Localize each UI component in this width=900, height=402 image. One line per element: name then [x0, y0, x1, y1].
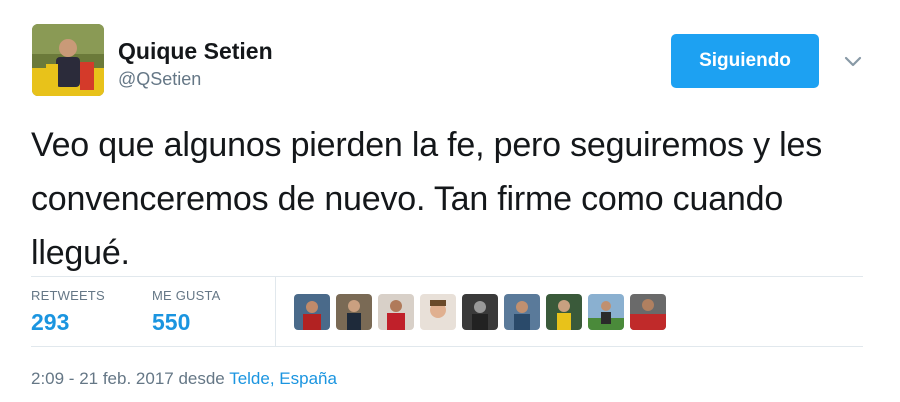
retweets-count: 293: [31, 309, 70, 335]
liker-avatar[interactable]: [462, 294, 498, 330]
liker-avatar[interactable]: [546, 294, 582, 330]
tweet-stats: RETWEETS 293 ME GUSTA 550: [31, 276, 863, 346]
chevron-down-icon[interactable]: [842, 50, 864, 72]
liker-avatar[interactable]: [630, 294, 666, 330]
retweets-label: RETWEETS: [31, 288, 105, 303]
liker-avatar[interactable]: [336, 294, 372, 330]
liker-avatar[interactable]: [294, 294, 330, 330]
stats-separator: [275, 276, 276, 346]
author-name[interactable]: Quique Setien: [118, 38, 273, 65]
liker-avatar[interactable]: [504, 294, 540, 330]
tweet-header: Quique Setien @QSetien Siguiendo: [32, 24, 872, 98]
following-button[interactable]: Siguiendo: [671, 34, 819, 88]
liker-avatar[interactable]: [378, 294, 414, 330]
retweets-stat[interactable]: RETWEETS 293: [31, 288, 105, 336]
likes-count: 550: [152, 309, 191, 335]
liker-avatars: [294, 294, 672, 330]
author-handle[interactable]: @QSetien: [118, 69, 201, 90]
likes-stat[interactable]: ME GUSTA 550: [152, 288, 221, 336]
tweet-timestamp[interactable]: 2:09 - 21 feb. 2017 desde: [31, 369, 229, 388]
tweet-location-link[interactable]: Telde, España: [229, 369, 337, 388]
tweet-text: Veo que algunos pierden la fe, pero segu…: [31, 126, 823, 272]
stats-bottom-divider: [31, 346, 863, 347]
liker-avatar[interactable]: [420, 294, 456, 330]
tweet-metadata: 2:09 - 21 feb. 2017 desde Telde, España: [31, 369, 337, 389]
liker-avatar[interactable]: [588, 294, 624, 330]
author-avatar[interactable]: [32, 24, 104, 96]
likes-label: ME GUSTA: [152, 288, 221, 303]
